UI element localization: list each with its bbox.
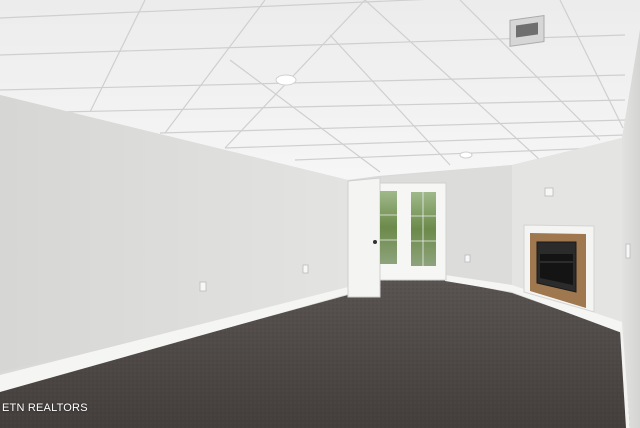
wall-outlet <box>302 264 309 274</box>
room-photo: ETN REALTORS <box>0 0 640 428</box>
open-door <box>347 177 381 298</box>
french-door-glass-left <box>380 191 397 264</box>
light-switch <box>544 187 554 197</box>
watermark-text: ETN REALTORS <box>2 402 88 414</box>
wall-outlet <box>199 281 207 292</box>
recessed-light <box>275 74 297 86</box>
wall-outlet <box>625 243 631 259</box>
room-illustration <box>0 0 640 428</box>
wall-outlet <box>464 254 471 263</box>
air-vent-icon <box>509 14 545 47</box>
door-knob <box>373 240 377 244</box>
recessed-light <box>459 151 473 159</box>
french-door-glass-right <box>411 192 436 266</box>
